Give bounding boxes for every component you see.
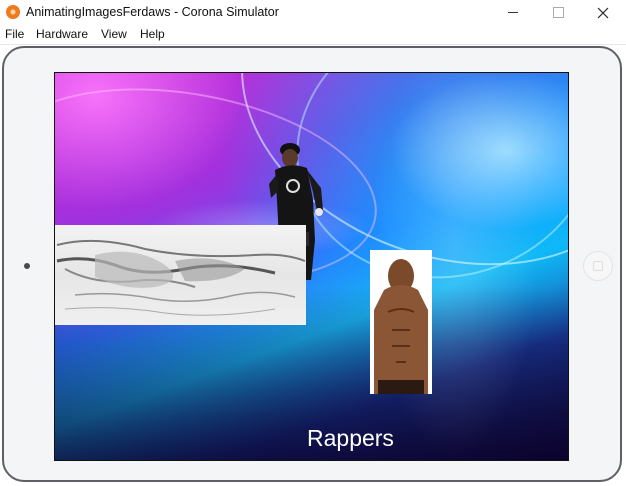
- sketch-drawing: [56, 239, 306, 316]
- front-camera: [24, 263, 30, 269]
- screen-caption: Rappers: [307, 425, 394, 451]
- rapper-image-2: [370, 250, 432, 394]
- menu-hardware[interactable]: Hardware: [36, 27, 88, 41]
- menu-help[interactable]: Help: [140, 27, 165, 41]
- close-button[interactable]: [580, 0, 626, 25]
- close-icon: [597, 7, 609, 18]
- title-bar: AnimatingImagesFerdaws - Corona Simulato…: [0, 0, 626, 25]
- corona-icon: [6, 5, 20, 19]
- maximize-icon: [552, 7, 564, 18]
- minimize-button[interactable]: [490, 0, 536, 25]
- maximize-button[interactable]: [535, 0, 581, 25]
- home-button[interactable]: [583, 251, 613, 281]
- menu-bar: File Hardware View Help: [0, 25, 626, 45]
- menu-file[interactable]: File: [5, 27, 24, 41]
- minimize-icon: [508, 12, 518, 13]
- sketch-image: [55, 225, 306, 325]
- window-title: AnimatingImagesFerdaws - Corona Simulato…: [26, 5, 279, 19]
- simulator-screen[interactable]: Rappers: [54, 72, 569, 461]
- menu-view[interactable]: View: [101, 27, 127, 41]
